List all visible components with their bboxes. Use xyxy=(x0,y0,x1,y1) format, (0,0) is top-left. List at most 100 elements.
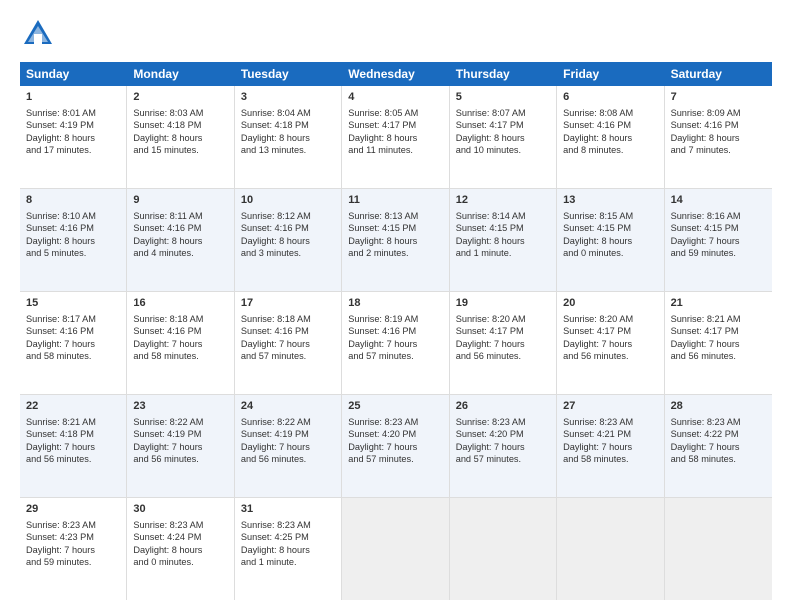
day-info-line-2: Sunset: 4:18 PM xyxy=(26,429,94,439)
day-info-line-3: Daylight: 8 hours xyxy=(348,236,417,246)
day-info-line-4: and 0 minutes. xyxy=(133,557,193,567)
day-info-line-3: Daylight: 7 hours xyxy=(456,339,525,349)
day-cell-10: 10Sunrise: 8:12 AMSunset: 4:16 PMDayligh… xyxy=(235,189,342,291)
day-info-line-3: Daylight: 7 hours xyxy=(671,339,740,349)
day-info-line-1: Sunrise: 8:09 AM xyxy=(671,108,741,118)
day-info-line-3: Daylight: 8 hours xyxy=(133,545,202,555)
day-number: 11 xyxy=(348,193,442,208)
day-info-line-2: Sunset: 4:17 PM xyxy=(456,326,524,336)
day-info-line-2: Sunset: 4:16 PM xyxy=(241,223,309,233)
day-info-line-3: Daylight: 8 hours xyxy=(456,236,525,246)
day-cell-19: 19 Sunrise: 8:20 AM Sunset: 4:17 PM Dayligh… xyxy=(450,292,557,394)
day-cell-9: 9Sunrise: 8:11 AMSunset: 4:16 PMDaylight… xyxy=(127,189,234,291)
calendar-row-5: 29 Sunrise: 8:23 AM Sunset: 4:23 PM Dayligh… xyxy=(20,498,772,600)
day-cell-16: 16Sunrise: 8:18 AMSunset: 4:16 PMDayligh… xyxy=(127,292,234,394)
calendar: SundayMondayTuesdayWednesdayThursdayFrid… xyxy=(20,62,772,600)
day-info-line-3: Daylight: 8 hours xyxy=(241,236,310,246)
day-cell-26: 26Sunrise: 8:23 AMSunset: 4:20 PMDayligh… xyxy=(450,395,557,497)
day-number: 25 xyxy=(348,399,442,414)
day-cell-22: 22 Sunrise: 8:21 AM Sunset: 4:18 PM Dayligh… xyxy=(20,395,127,497)
day-info-line-3: Daylight: 7 hours xyxy=(26,339,95,349)
day-number: 5 xyxy=(456,90,550,105)
day-number: 2 xyxy=(133,90,227,105)
day-info-line-1: Sunrise: 8:18 AM xyxy=(133,314,203,324)
day-number: 19 xyxy=(456,296,550,311)
day-info-line-3: Daylight: 8 hours xyxy=(26,133,95,143)
day-info-line-3: Daylight: 8 hours xyxy=(241,133,310,143)
day-info-line-1: Sunrise: 8:20 AM xyxy=(456,314,526,324)
header-day-saturday: Saturday xyxy=(665,62,772,86)
header-day-thursday: Thursday xyxy=(450,62,557,86)
day-info-line-2: Sunset: 4:17 PM xyxy=(563,326,631,336)
day-cell-3: 3Sunrise: 8:04 AMSunset: 4:18 PMDaylight… xyxy=(235,86,342,188)
header xyxy=(20,16,772,52)
calendar-row-2: 8Sunrise: 8:10 AMSunset: 4:16 PMDaylight… xyxy=(20,189,772,292)
day-info-line-3: Daylight: 7 hours xyxy=(348,339,417,349)
day-cell-5: 5Sunrise: 8:07 AMSunset: 4:17 PMDaylight… xyxy=(450,86,557,188)
header-day-wednesday: Wednesday xyxy=(342,62,449,86)
day-info-line-1: Sunrise: 8:16 AM xyxy=(671,211,741,221)
empty-cell xyxy=(665,498,772,600)
day-cell-11: 11Sunrise: 8:13 AMSunset: 4:15 PMDayligh… xyxy=(342,189,449,291)
day-number: 30 xyxy=(133,502,227,517)
day-number: 13 xyxy=(563,193,657,208)
day-info-line-4: and 59 minutes. xyxy=(671,248,736,258)
header-day-tuesday: Tuesday xyxy=(235,62,342,86)
day-number: 14 xyxy=(671,193,766,208)
day-info-line-2: Sunset: 4:16 PM xyxy=(26,326,94,336)
logo-icon xyxy=(20,16,56,52)
day-info-line-4: and 0 minutes. xyxy=(563,248,623,258)
day-info-line-4: and 15 minutes. xyxy=(133,145,198,155)
day-info-line-1: Sunrise: 8:12 AM xyxy=(241,211,311,221)
day-info-line-1: Sunrise: 8:20 AM xyxy=(563,314,633,324)
day-number: 28 xyxy=(671,399,766,414)
day-cell-1: 1Sunrise: 8:01 AMSunset: 4:19 PMDaylight… xyxy=(20,86,127,188)
day-info-line-1: Sunrise: 8:21 AM xyxy=(26,417,96,427)
day-number: 1 xyxy=(26,90,120,105)
day-cell-12: 12Sunrise: 8:14 AMSunset: 4:15 PMDayligh… xyxy=(450,189,557,291)
day-info-line-1: Sunrise: 8:23 AM xyxy=(241,520,311,530)
day-info-line-3: Daylight: 7 hours xyxy=(563,442,632,452)
calendar-row-1: 1Sunrise: 8:01 AMSunset: 4:19 PMDaylight… xyxy=(20,86,772,189)
day-info-line-2: Sunset: 4:15 PM xyxy=(456,223,524,233)
day-number: 7 xyxy=(671,90,766,105)
day-info-line-2: Sunset: 4:16 PM xyxy=(241,326,309,336)
day-number: 29 xyxy=(26,502,120,517)
day-cell-15: 15Sunrise: 8:17 AMSunset: 4:16 PMDayligh… xyxy=(20,292,127,394)
day-info-line-4: and 56 minutes. xyxy=(133,454,198,464)
calendar-row-3: 15Sunrise: 8:17 AMSunset: 4:16 PMDayligh… xyxy=(20,292,772,395)
day-info-line-4: and 10 minutes. xyxy=(456,145,521,155)
day-info-line-3: Daylight: 8 hours xyxy=(456,133,525,143)
day-info-line-2: Sunset: 4:17 PM xyxy=(456,120,524,130)
day-cell-23: 23Sunrise: 8:22 AMSunset: 4:19 PMDayligh… xyxy=(127,395,234,497)
day-info-line-1: Sunrise: 8:18 AM xyxy=(241,314,311,324)
day-cell-14: 14Sunrise: 8:16 AMSunset: 4:15 PMDayligh… xyxy=(665,189,772,291)
day-info-line-2: Sunset: 4:21 PM xyxy=(563,429,631,439)
header-day-monday: Monday xyxy=(127,62,234,86)
empty-cell xyxy=(342,498,449,600)
day-info-line-4: and 2 minutes. xyxy=(348,248,408,258)
day-cell-13: 13Sunrise: 8:15 AMSunset: 4:15 PMDayligh… xyxy=(557,189,664,291)
day-number: 8 xyxy=(26,193,120,208)
day-info-line-2: Sunset: 4:23 PM xyxy=(26,532,94,542)
day-info-line-3: Daylight: 7 hours xyxy=(456,442,525,452)
day-info-line-3: Daylight: 8 hours xyxy=(348,133,417,143)
day-number: 22 xyxy=(26,399,120,414)
day-info-line-4: and 1 minute. xyxy=(456,248,512,258)
day-info-line-2: Sunset: 4:15 PM xyxy=(563,223,631,233)
day-cell-4: 4Sunrise: 8:05 AMSunset: 4:17 PMDaylight… xyxy=(342,86,449,188)
day-info-line-3: Daylight: 7 hours xyxy=(26,442,95,452)
day-number: 26 xyxy=(456,399,550,414)
day-cell-2: 2Sunrise: 8:03 AMSunset: 4:18 PMDaylight… xyxy=(127,86,234,188)
day-info-line-2: Sunset: 4:18 PM xyxy=(241,120,309,130)
day-info-line-2: Sunset: 4:20 PM xyxy=(348,429,416,439)
day-info-line-4: and 56 minutes. xyxy=(241,454,306,464)
day-info-line-3: Daylight: 7 hours xyxy=(26,545,95,555)
day-info-line-3: Daylight: 7 hours xyxy=(241,339,310,349)
day-info-line-4: and 56 minutes. xyxy=(563,351,628,361)
day-number: 17 xyxy=(241,296,335,311)
day-info-line-1: Sunrise: 8:13 AM xyxy=(348,211,418,221)
day-info-line-4: and 58 minutes. xyxy=(563,454,628,464)
day-info-line-3: Daylight: 8 hours xyxy=(563,236,632,246)
day-info-line-1: Sunrise: 8:23 AM xyxy=(563,417,633,427)
